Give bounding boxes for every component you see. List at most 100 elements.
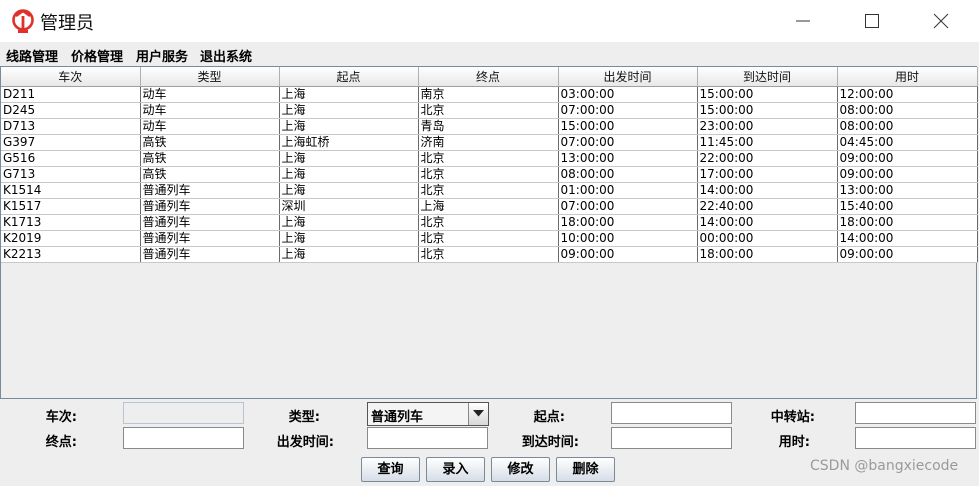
table-cell[interactable]: 18:00:00 xyxy=(697,246,838,263)
table-cell[interactable]: 上海 xyxy=(279,102,419,119)
table-cell[interactable]: 17:00:00 xyxy=(697,166,838,183)
arrive-time-field[interactable] xyxy=(611,427,732,449)
table-cell[interactable]: 普通列车 xyxy=(140,230,280,247)
table-cell[interactable]: 11:45:00 xyxy=(697,134,838,151)
table-cell[interactable]: 09:00:00 xyxy=(558,246,698,263)
table-cell[interactable]: 22:40:00 xyxy=(697,198,838,215)
table-cell[interactable]: 14:00:00 xyxy=(837,230,978,247)
table-row[interactable]: K1713 普通列车 上海 北京 18:00:00 14:00:00 18:00:00 xyxy=(1,214,978,231)
table-cell[interactable]: 08:00:00 xyxy=(558,166,698,183)
table-cell[interactable]: D211 xyxy=(1,86,141,103)
table-cell[interactable]: 08:00:00 xyxy=(837,102,978,119)
table-cell[interactable]: G516 xyxy=(1,150,141,167)
table-cell[interactable]: G713 xyxy=(1,166,141,183)
table-row[interactable]: D245 动车 上海 北京 07:00:00 15:00:00 08:00:00 xyxy=(1,102,978,119)
table-cell[interactable]: K1713 xyxy=(1,214,141,231)
table-cell[interactable]: K2213 xyxy=(1,246,141,263)
table-cell[interactable]: K1517 xyxy=(1,198,141,215)
table-cell[interactable]: D713 xyxy=(1,118,141,135)
table-cell[interactable]: 07:00:00 xyxy=(558,198,698,215)
table-row[interactable]: K2213 普通列车 上海 北京 09:00:00 18:00:00 09:00:00 xyxy=(1,246,978,263)
table-cell[interactable]: 北京 xyxy=(418,102,559,119)
table-cell[interactable]: 10:00:00 xyxy=(558,230,698,247)
table-row[interactable]: K1514 普通列车 上海 北京 01:00:00 14:00:00 13:00:00 xyxy=(1,182,978,199)
minimize-button[interactable] xyxy=(780,0,826,42)
table-cell[interactable]: 14:00:00 xyxy=(697,182,838,199)
table-cell[interactable]: 北京 xyxy=(418,182,559,199)
table-cell[interactable]: 上海 xyxy=(279,150,419,167)
column-header[interactable]: 出发时间 xyxy=(558,67,698,87)
menu-exit-system[interactable]: 退出系统 xyxy=(200,46,252,65)
depart-time-field[interactable] xyxy=(367,427,488,449)
table-row[interactable]: D211 动车 上海 南京 03:00:00 15:00:00 12:00:00 xyxy=(1,86,978,103)
table-cell[interactable]: 北京 xyxy=(418,246,559,263)
table-cell[interactable]: K1514 xyxy=(1,182,141,199)
table-cell[interactable]: 济南 xyxy=(418,134,559,151)
table-cell[interactable]: 北京 xyxy=(418,150,559,167)
table-cell[interactable]: 动车 xyxy=(140,102,280,119)
column-header[interactable]: 终点 xyxy=(418,67,559,87)
table-cell[interactable]: 15:00:00 xyxy=(697,86,838,103)
delete-button[interactable]: 删除 xyxy=(556,457,615,482)
table-cell[interactable]: 18:00:00 xyxy=(558,214,698,231)
table-cell[interactable]: 13:00:00 xyxy=(558,150,698,167)
table-cell[interactable]: 普通列车 xyxy=(140,198,280,215)
column-header[interactable]: 起点 xyxy=(279,67,419,87)
table-cell[interactable]: 15:00:00 xyxy=(697,102,838,119)
table-cell[interactable]: 09:00:00 xyxy=(837,150,978,167)
table-cell[interactable]: 18:00:00 xyxy=(837,214,978,231)
table-cell[interactable]: 12:00:00 xyxy=(837,86,978,103)
type-select[interactable]: 普通列车 xyxy=(367,402,489,426)
edit-button[interactable]: 修改 xyxy=(491,457,550,482)
table-row[interactable]: K2019 普通列车 上海 北京 10:00:00 00:00:00 14:00:00 xyxy=(1,230,978,247)
table-row[interactable]: D713 动车 上海 青岛 15:00:00 23:00:00 08:00:00 xyxy=(1,118,978,135)
table-cell[interactable]: 上海 xyxy=(279,118,419,135)
table-cell[interactable]: 04:45:00 xyxy=(837,134,978,151)
table-cell[interactable]: 上海 xyxy=(279,230,419,247)
duration-field[interactable] xyxy=(855,427,976,449)
table-cell[interactable]: 09:00:00 xyxy=(837,246,978,263)
maximize-button[interactable] xyxy=(849,0,895,42)
table-cell[interactable]: 09:00:00 xyxy=(837,166,978,183)
column-header[interactable]: 用时 xyxy=(837,67,978,87)
table-cell[interactable]: 上海 xyxy=(418,198,559,215)
table-cell[interactable]: 14:00:00 xyxy=(697,214,838,231)
table-cell[interactable]: 15:00:00 xyxy=(558,118,698,135)
dest-field[interactable] xyxy=(123,427,244,449)
table-cell[interactable]: 普通列车 xyxy=(140,182,280,199)
table-cell[interactable]: 07:00:00 xyxy=(558,102,698,119)
transfer-field[interactable] xyxy=(855,402,976,424)
table-row[interactable]: G713 高铁 上海 北京 08:00:00 17:00:00 09:00:00 xyxy=(1,166,978,183)
table-cell[interactable]: 上海 xyxy=(279,182,419,199)
column-header[interactable]: 到达时间 xyxy=(697,67,838,87)
table-cell[interactable]: 青岛 xyxy=(418,118,559,135)
table-cell[interactable]: 00:00:00 xyxy=(697,230,838,247)
table-cell[interactable]: 03:00:00 xyxy=(558,86,698,103)
add-button[interactable]: 录入 xyxy=(426,457,485,482)
table-cell[interactable]: 13:00:00 xyxy=(837,182,978,199)
table-cell[interactable]: 上海 xyxy=(279,246,419,263)
table-cell[interactable]: G397 xyxy=(1,134,141,151)
table-row[interactable]: K1517 普通列车 深圳 上海 07:00:00 22:40:00 15:40:00 xyxy=(1,198,978,215)
table-cell[interactable]: 22:00:00 xyxy=(697,150,838,167)
table-cell[interactable]: 上海 xyxy=(279,214,419,231)
origin-field[interactable] xyxy=(611,402,732,424)
table-cell[interactable]: 北京 xyxy=(418,166,559,183)
table-cell[interactable]: D245 xyxy=(1,102,141,119)
table-cell[interactable]: 北京 xyxy=(418,214,559,231)
table-cell[interactable]: 01:00:00 xyxy=(558,182,698,199)
table-cell[interactable]: 动车 xyxy=(140,118,280,135)
table-row[interactable]: G397 高铁 上海虹桥 济南 07:00:00 11:45:00 04:45:00 xyxy=(1,134,978,151)
table-cell[interactable]: 高铁 xyxy=(140,166,280,183)
column-header[interactable]: 车次 xyxy=(1,67,141,87)
table-cell[interactable]: 高铁 xyxy=(140,134,280,151)
column-header[interactable]: 类型 xyxy=(140,67,280,87)
table-cell[interactable]: 南京 xyxy=(418,86,559,103)
table-cell[interactable]: 深圳 xyxy=(279,198,419,215)
table-cell[interactable]: 23:00:00 xyxy=(697,118,838,135)
table-cell[interactable]: 普通列车 xyxy=(140,246,280,263)
table-cell[interactable]: 上海 xyxy=(279,166,419,183)
table-cell[interactable]: 高铁 xyxy=(140,150,280,167)
query-button[interactable]: 查询 xyxy=(361,457,420,482)
table-cell[interactable]: 北京 xyxy=(418,230,559,247)
